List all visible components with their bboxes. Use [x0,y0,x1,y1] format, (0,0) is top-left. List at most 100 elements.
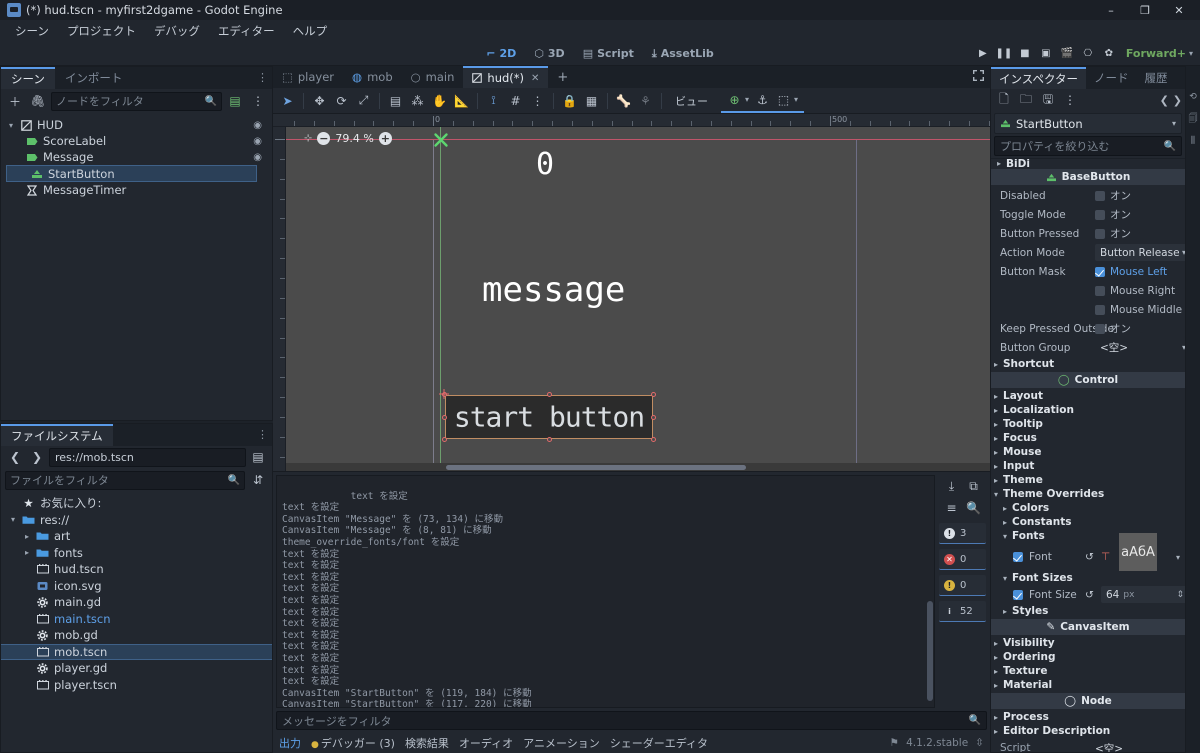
tab-history[interactable]: 履歴 [1137,67,1176,89]
file-row-hud-tscn[interactable]: hud.tscn [1,561,272,578]
add-node-button[interactable]: ＋ [5,91,25,111]
zoom-out-button[interactable]: − [317,132,331,145]
history-icon[interactable]: ⟲ [1189,92,1197,102]
property-group-theme-overrides[interactable]: ▾ Theme Overrides [991,487,1185,501]
zoom-add-icon[interactable]: ⊕ [724,89,745,110]
resize-handle[interactable] [651,392,656,397]
scene-node-startbutton[interactable]: StartButton [6,165,257,182]
file-row-art[interactable]: ▸ art [1,528,272,545]
file-filter-input[interactable]: ファイルをフィルタ 🔍 [5,470,245,490]
zoom-level-label[interactable]: 79.4 % [335,132,373,145]
add-scene-button[interactable]: + [548,66,577,88]
property-script[interactable]: Script <空> ▾ [991,738,1185,752]
bone-icon[interactable]: 🦴 [613,90,634,111]
property-button-pressed[interactable]: Button Pressed オン [991,224,1185,243]
file-row-player-tscn[interactable]: player.tscn [1,677,272,694]
property-group-colors[interactable]: ▸ Colors [991,501,1185,515]
property-group-shortcut[interactable]: ▸ Shortcut [991,357,1185,371]
file-row-main-tscn[interactable]: main.tscn [1,611,272,628]
copy-output-icon[interactable]: ⧉ [964,476,984,496]
skeleton-icon[interactable]: ⚘ [635,90,656,111]
scene-dock-menu-icon[interactable]: ⋮ [257,71,268,84]
file-row-main-gd[interactable]: main.gd [1,594,272,611]
property-group-focus[interactable]: ▸ Focus [991,431,1185,445]
toggle-split-mode-icon[interactable]: ▤ [248,447,268,467]
script-value[interactable]: <空> ▾ [1095,741,1185,753]
canvas-drawing-area[interactable]: ⊹ − 79.4 % + 0 message start button [286,127,990,471]
remote-debug-icon[interactable]: ⎔ [1078,44,1098,64]
chevron-down-icon[interactable]: ▾ [11,515,21,524]
property-group-editor-description[interactable]: ▸ Editor Description [991,724,1185,738]
property-action-mode[interactable]: Action Mode Button Release ▾ [991,243,1185,262]
visibility-icon[interactable]: ◉ [253,120,262,131]
property-button-mask-middle[interactable]: Mouse Middle [991,300,1185,319]
start-button-preview[interactable]: start button [439,389,656,442]
property-toggle-mode[interactable]: Toggle Mode オン [991,205,1185,224]
scene-options-icon[interactable]: ⋮ [248,91,268,111]
renderer-selector[interactable]: Forward+ ▾ [1120,47,1196,60]
stop-icon[interactable]: ■ [1015,44,1035,64]
property-group-theme[interactable]: ▸ Theme [991,473,1185,487]
view-menu-button[interactable]: ビュー [667,93,716,109]
property-list[interactable]: ▸ BiDi BaseButton Disabled オン Toggle Mod… [991,158,1185,752]
grid-icon[interactable]: # [505,90,526,111]
checkbox[interactable] [1095,304,1105,315]
resource-menu-icon[interactable]: ⋮ [1060,90,1080,110]
menu-debug[interactable]: デバッグ [145,21,209,41]
output-log[interactable]: text を設定 text を設定 CanvasItem "Message" を… [276,475,935,708]
select-icon[interactable]: ➤ [277,90,298,111]
property-font-size[interactable]: Font Size ↺ 64 px ⇕ [991,585,1185,604]
search-icon[interactable]: 🔍 [964,498,984,518]
expand-bottom-panel-icon[interactable]: ⇳ [975,737,984,749]
nav-back-icon[interactable]: ❮ [5,447,25,467]
anchor-icon[interactable]: ⚓ [752,89,773,110]
chevron-right-icon[interactable]: ▸ [25,532,35,541]
chevron-down-icon[interactable]: ▾ [1176,553,1180,562]
pause-icon[interactable]: ❚❚ [994,44,1014,64]
movie-icon[interactable]: 🎬 [1057,44,1077,64]
chevron-right-icon[interactable]: ▸ [25,548,35,557]
property-group-ordering[interactable]: ▸ Ordering [991,650,1185,664]
node-filter-input[interactable]: ノードをフィルタ 🔍 [51,91,222,111]
inspected-object-row[interactable]: StartButton ▾ [994,113,1182,134]
snap-icon[interactable]: ⟟ [483,90,504,111]
zoom-in-button[interactable]: + [378,132,392,145]
property-keep-pressed-outside[interactable]: Keep Pressed Outside オン [991,319,1185,338]
checkbox[interactable] [1095,323,1105,334]
bottom-tab-audio[interactable]: オーディオ [459,735,513,751]
scene-tab-main[interactable]: ○ main [402,66,464,88]
menu-help[interactable]: ヘルプ [284,21,337,41]
file-row-mob-tscn[interactable]: mob.tscn [1,643,272,660]
menu-project[interactable]: プロジェクト [58,21,145,41]
mode-assetlib-button[interactable]: ⤓ AssetLib [645,45,721,63]
property-group-visibility[interactable]: ▸ Visibility [991,636,1185,650]
sort-options-icon[interactable]: ⇵ [248,470,268,490]
mode-2d-button[interactable]: ⌐ 2D [479,45,523,63]
property-filter-input[interactable]: プロパティを絞り込む 🔍 [994,136,1182,156]
font-preview[interactable]: аАбА [1119,533,1157,571]
docs-icon[interactable]: 🗐 [1189,111,1198,127]
checkbox[interactable] [1095,209,1105,220]
bottom-tab-output[interactable]: 出力 [279,735,301,751]
collapse-output-icon[interactable]: ≡ [942,498,962,518]
chevron-down-icon[interactable]: ▾ [745,95,749,104]
open-resource-icon[interactable]: 🗀 [1016,90,1036,110]
clear-output-icon[interactable]: ⤓ [942,476,962,496]
checkbox[interactable] [1095,228,1105,239]
property-group-styles[interactable]: ▸ Styles [991,604,1185,618]
message-label-preview[interactable]: message [482,270,625,310]
tab-scene[interactable]: シーン [1,67,55,89]
bottom-tab-debugger[interactable]: ● デバッガー (3) [311,735,395,751]
property-button-group[interactable]: Button Group <空> ▾ [991,338,1185,357]
save-resource-icon[interactable]: 🖫 [1038,90,1058,110]
layout-icon[interactable]: ⬚ [773,89,794,110]
new-resource-icon[interactable]: 🗋 [994,90,1014,110]
resize-handle[interactable] [651,437,656,442]
center-view-icon[interactable]: ⊹ [304,133,312,144]
scene-tab-mob[interactable]: ◍ mob [343,66,402,88]
button-group-dropdown[interactable]: <空> ▾ [1095,339,1185,356]
output-counter-warnings-square[interactable]: ! 3 [939,523,986,544]
minimize-button[interactable]: – [1094,0,1128,20]
rotate-icon[interactable]: ⟳ [331,90,352,111]
spinner-icon[interactable]: ⇕ [1176,590,1184,600]
